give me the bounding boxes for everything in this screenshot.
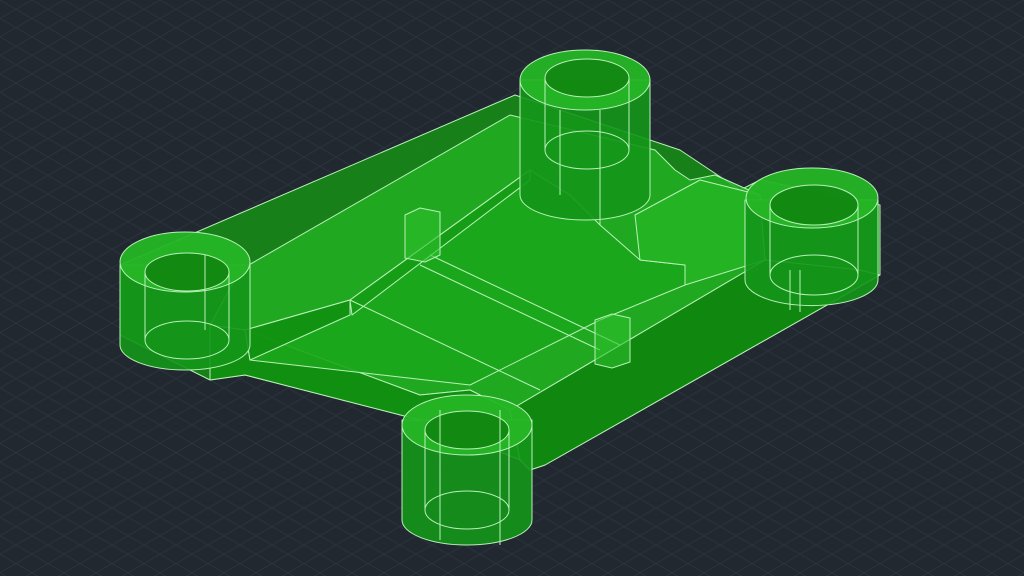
model-canvas	[0, 0, 1024, 576]
boss-front[interactable]	[401, 394, 533, 546]
grid-line	[0, 498, 134, 576]
plate-model[interactable]	[119, 49, 881, 546]
grid-line	[890, 498, 1024, 576]
slot-tab-lower	[594, 313, 631, 369]
boss-back[interactable]	[519, 49, 651, 225]
boss-right[interactable]	[744, 167, 879, 312]
drawing-viewport[interactable]	[0, 0, 1024, 576]
grid-line	[1018, 572, 1024, 576]
grid-line	[0, 572, 6, 576]
boss-left[interactable]	[119, 231, 251, 371]
slot-tab-upper	[404, 207, 441, 263]
